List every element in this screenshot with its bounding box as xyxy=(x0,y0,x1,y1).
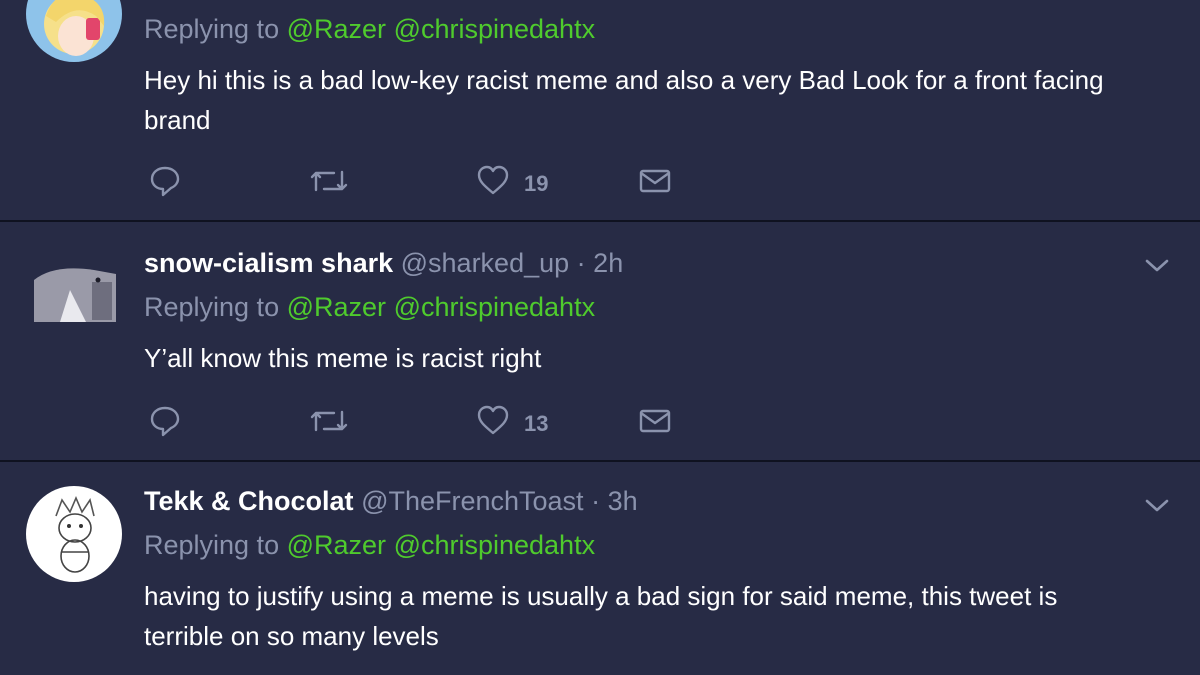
like-count: 13 xyxy=(524,411,549,436)
user-handle[interactable]: @sharked_up xyxy=(401,248,570,278)
chevron-down-icon[interactable] xyxy=(1144,258,1170,274)
tweet-actions: 13 xyxy=(148,404,688,444)
avatar[interactable] xyxy=(26,486,122,582)
reply-icon xyxy=(150,406,180,437)
replying-label: Replying to xyxy=(144,14,280,44)
replying-label: Replying to xyxy=(144,530,280,560)
chevron-down-icon[interactable] xyxy=(1144,498,1170,514)
retweet-icon xyxy=(310,410,348,432)
user-handle[interactable]: @TheFrenchToast xyxy=(361,486,584,516)
tweet-text: Hey hi this is a bad low-key racist meme… xyxy=(144,65,1104,135)
display-name[interactable]: Tekk & Chocolat xyxy=(144,486,354,516)
like-count: 19 xyxy=(524,171,549,196)
retweet-button[interactable] xyxy=(310,404,348,438)
replying-label: Replying to xyxy=(144,292,280,322)
tweet-1[interactable]: Replying to @Razer @chrispinedahtx Hey h… xyxy=(0,0,1200,222)
shark-avatar-icon xyxy=(34,260,116,330)
display-name[interactable]: snow-cialism shark xyxy=(144,248,393,278)
sketch-avatar-icon xyxy=(26,486,122,582)
tweet-actions: 19 xyxy=(148,164,688,204)
tweet-text: Y’all know this meme is racist right xyxy=(144,343,542,373)
mention-chrispinedahtx[interactable]: @chrispinedahtx xyxy=(394,14,596,44)
replying-to: Replying to @Razer @chrispinedahtx xyxy=(144,528,1140,562)
mention-razer[interactable]: @Razer xyxy=(287,530,386,560)
reply-button[interactable] xyxy=(148,404,182,438)
direct-message-icon xyxy=(639,409,671,433)
timestamp[interactable]: 3h xyxy=(608,486,638,516)
like-button[interactable]: 13 xyxy=(476,404,548,438)
separator-dot: · xyxy=(576,248,586,278)
replying-to: Replying to @Razer @chrispinedahtx xyxy=(144,290,1140,324)
like-icon xyxy=(477,405,509,435)
separator-dot: · xyxy=(591,486,601,516)
mention-chrispinedahtx[interactable]: @chrispinedahtx xyxy=(394,530,596,560)
tweet-2[interactable]: snow-cialism shark @sharked_up · 2h Repl… xyxy=(0,222,1200,462)
avatar[interactable] xyxy=(34,260,116,330)
tweet-header: snow-cialism shark @sharked_up · 2h xyxy=(144,246,1140,280)
mention-razer[interactable]: @Razer xyxy=(287,292,386,322)
retweet-icon xyxy=(310,170,348,192)
direct-message-button[interactable] xyxy=(638,164,672,198)
reply-icon xyxy=(150,166,180,197)
direct-message-button[interactable] xyxy=(638,404,672,438)
avatar[interactable] xyxy=(26,0,122,62)
tweet-text: having to justify using a meme is usuall… xyxy=(144,581,1058,651)
mention-razer[interactable]: @Razer xyxy=(287,14,386,44)
reply-button[interactable] xyxy=(148,164,182,198)
replying-to: Replying to @Razer @chrispinedahtx xyxy=(144,12,1140,46)
timestamp[interactable]: 2h xyxy=(593,248,623,278)
tweet-header: Tekk & Chocolat @TheFrenchToast · 3h xyxy=(144,484,1140,518)
like-icon xyxy=(477,165,509,195)
direct-message-icon xyxy=(639,169,671,193)
mention-chrispinedahtx[interactable]: @chrispinedahtx xyxy=(394,292,596,322)
anime-avatar-icon xyxy=(26,0,122,62)
like-button[interactable]: 19 xyxy=(476,164,548,198)
tweet-3[interactable]: Tekk & Chocolat @TheFrenchToast · 3h Rep… xyxy=(0,462,1200,675)
retweet-button[interactable] xyxy=(310,164,348,198)
